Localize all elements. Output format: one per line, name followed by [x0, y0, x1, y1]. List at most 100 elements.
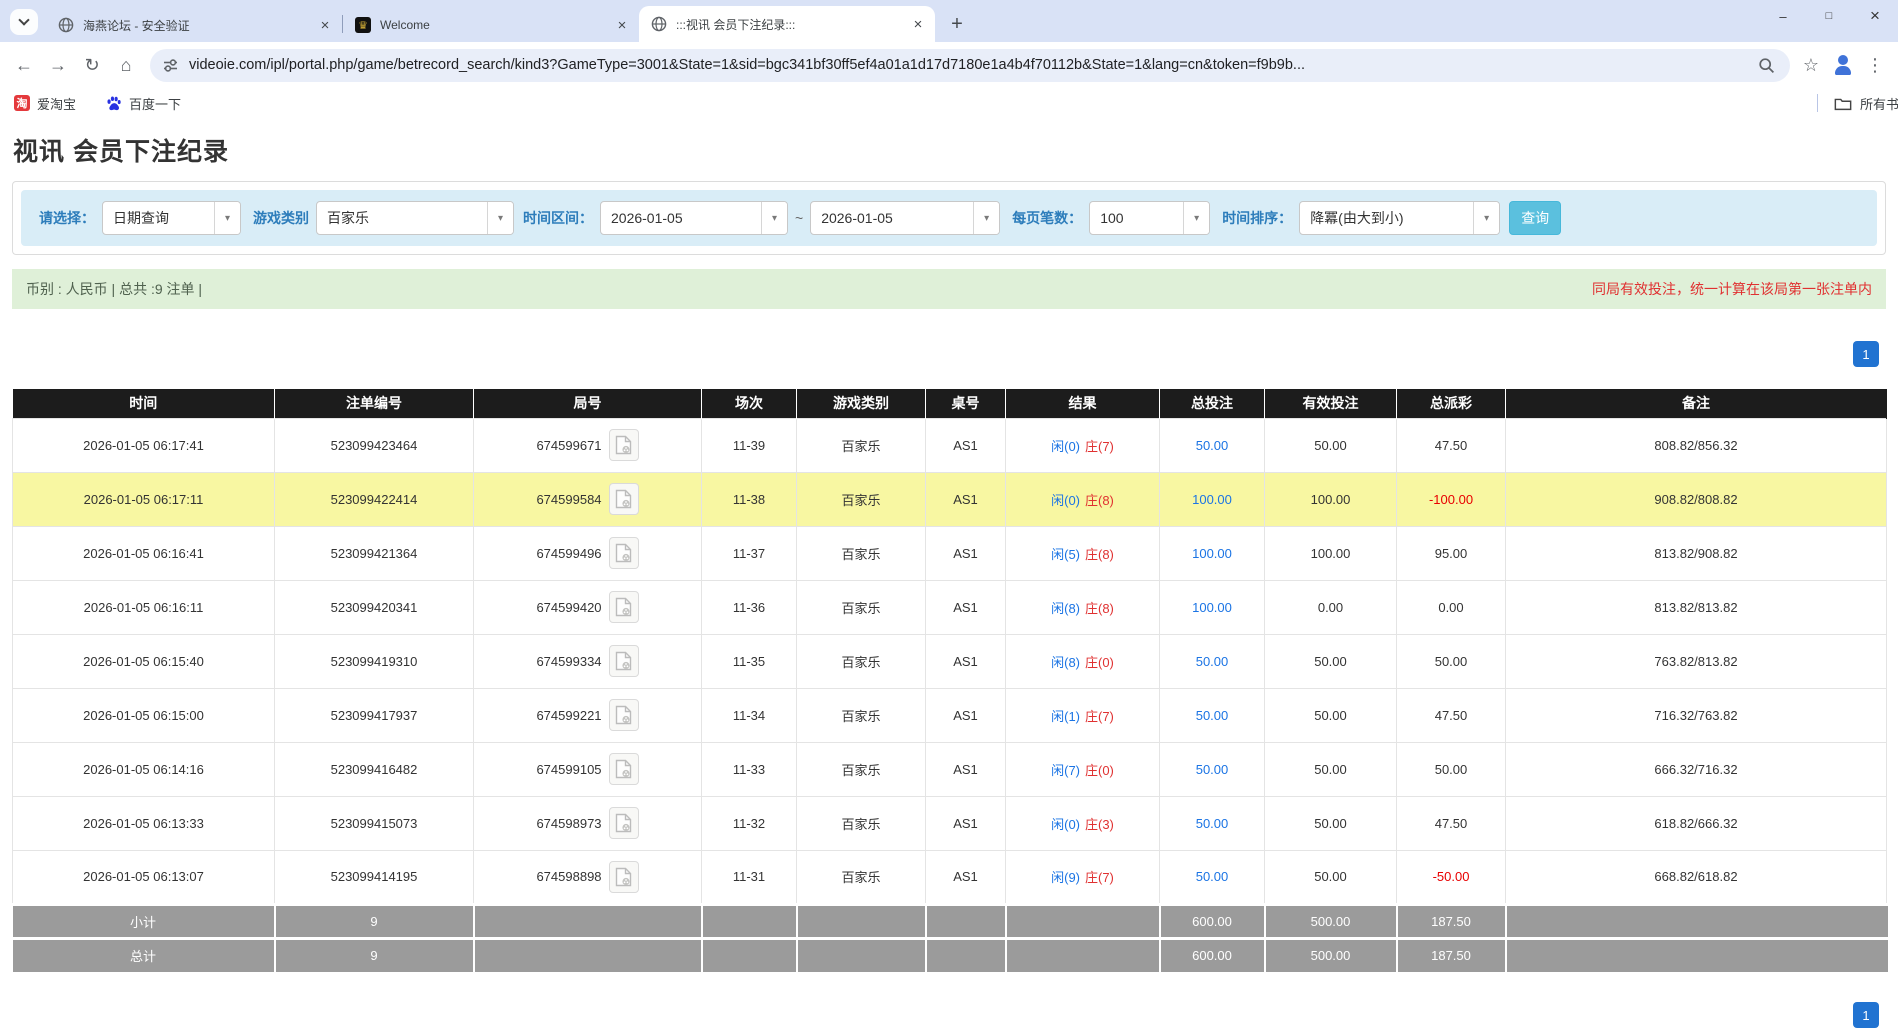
cell-valid-bet: 50.00	[1265, 418, 1397, 472]
window-close-button[interactable]: ×	[1852, 0, 1898, 32]
total-bet-link[interactable]: 100.00	[1192, 492, 1232, 507]
tab-haiyan-forum[interactable]: 海燕论坛 - 安全验证 ×	[46, 8, 342, 42]
cell-total-bet: 50.00	[1160, 796, 1265, 850]
total-bet-link[interactable]: 50.00	[1196, 708, 1229, 723]
footer-valid-bet: 500.00	[1265, 904, 1397, 938]
payout-value: 47.50	[1435, 438, 1468, 453]
date-to-select[interactable]: 2026-01-05 ▾	[810, 201, 1000, 235]
cell-result: 闲(0)庄(7)	[1006, 418, 1160, 472]
video-replay-button[interactable]	[609, 645, 639, 677]
cell-result: 闲(0)庄(3)	[1006, 796, 1160, 850]
sort-order-value: 降冪(由大到小)	[1300, 202, 1473, 234]
bookmarks-divider	[1817, 94, 1818, 112]
footer-payout: 187.50	[1397, 904, 1506, 938]
address-bar[interactable]: videoie.com/ipl/portal.php/game/betrecor…	[150, 49, 1790, 82]
tab-welcome[interactable]: ♛ Welcome ×	[343, 8, 639, 42]
table-header-row: 时间注单编号局号场次游戏类别桌号结果总投注有效投注总派彩备注	[13, 389, 1887, 418]
video-replay-button[interactable]	[609, 483, 639, 515]
page-size-select[interactable]: 100 ▾	[1089, 201, 1210, 235]
home-icon[interactable]: ⌂	[110, 49, 142, 81]
window-maximize-button[interactable]: □	[1806, 0, 1852, 32]
result-player: 闲(0)	[1051, 493, 1080, 508]
round-number: 674598898	[536, 869, 601, 884]
all-bookmarks-label[interactable]: 所有书签	[1860, 94, 1898, 113]
video-replay-button[interactable]	[609, 807, 639, 839]
window-minimize-button[interactable]: –	[1760, 0, 1806, 32]
result-banker: 庄(0)	[1085, 655, 1114, 670]
cell-time: 2026-01-05 06:16:11	[13, 580, 275, 634]
tab-close-icon[interactable]: ×	[613, 16, 631, 34]
cell-remark: 908.82/808.82	[1506, 472, 1887, 526]
footer-empty-cell	[474, 938, 702, 972]
video-replay-button[interactable]	[609, 753, 639, 785]
url-text[interactable]: videoie.com/ipl/portal.php/game/betrecor…	[189, 57, 1749, 73]
chevron-down-icon[interactable]: ▾	[973, 202, 999, 234]
total-bet-link[interactable]: 50.00	[1196, 869, 1229, 884]
total-bet-link[interactable]: 50.00	[1196, 762, 1229, 777]
chevron-down-icon[interactable]: ▾	[1183, 202, 1209, 234]
video-replay-button[interactable]	[609, 699, 639, 731]
bookmark-baidu[interactable]: 百度一下	[106, 94, 181, 113]
video-replay-button[interactable]	[609, 591, 639, 623]
profile-avatar[interactable]	[1832, 54, 1854, 76]
bookmark-star-icon[interactable]: ☆	[1796, 50, 1826, 80]
chevron-down-icon[interactable]: ▾	[214, 202, 240, 234]
query-type-select[interactable]: 日期查询 ▾	[102, 201, 241, 235]
browser-menu-icon[interactable]: ⋮	[1860, 50, 1890, 80]
valid-bet-note: 同局有效投注，统一计算在该局第一张注单内	[1592, 279, 1872, 299]
new-tab-button[interactable]: +	[943, 10, 971, 38]
page-1-button[interactable]: 1	[1853, 341, 1879, 367]
bookmark-taobao[interactable]: 淘 爱淘宝	[14, 94, 76, 113]
footer-total-bet: 600.00	[1160, 938, 1265, 972]
chevron-down-icon[interactable]: ▾	[1473, 202, 1499, 234]
search-button[interactable]: 查询	[1509, 201, 1561, 235]
tab-close-icon[interactable]: ×	[316, 16, 334, 34]
back-icon[interactable]: ←	[8, 49, 40, 81]
page-title: 视讯 会员下注纪录	[13, 132, 1898, 168]
result-banker: 庄(7)	[1085, 709, 1114, 724]
pagination-bottom: 1	[12, 1002, 1879, 1028]
cell-round-number: 674599105	[474, 742, 702, 796]
column-header: 注单编号	[275, 389, 474, 418]
result-player: 闲(5)	[1051, 547, 1080, 562]
cell-remark: 813.82/908.82	[1506, 526, 1887, 580]
chevron-down-icon[interactable]: ▾	[487, 202, 513, 234]
video-replay-button[interactable]	[609, 861, 639, 893]
reload-icon[interactable]: ↻	[76, 49, 108, 81]
forward-icon[interactable]: →	[42, 49, 74, 81]
footer-empty-cell	[702, 938, 797, 972]
currency-total-text: 币别 : 人民币 | 总共 :9 注单 |	[26, 279, 202, 299]
result-player: 闲(0)	[1051, 439, 1080, 454]
total-bet-link[interactable]: 50.00	[1196, 816, 1229, 831]
chevron-down-icon[interactable]: ▾	[761, 202, 787, 234]
bookmark-label: 爱淘宝	[37, 94, 76, 113]
tab-close-icon[interactable]: ×	[909, 15, 927, 33]
table-row: 2026-01-05 06:13:07523099414195674598898…	[13, 850, 1887, 904]
site-settings-icon[interactable]	[162, 57, 179, 74]
footer-label: 小计	[13, 904, 275, 938]
page-1-button[interactable]: 1	[1853, 1002, 1879, 1028]
tab-search-button[interactable]	[10, 9, 38, 35]
video-replay-button[interactable]	[609, 537, 639, 569]
game-type-select[interactable]: 百家乐 ▾	[316, 201, 514, 235]
total-bet-link[interactable]: 50.00	[1196, 654, 1229, 669]
zoom-page-icon[interactable]	[1758, 57, 1775, 74]
sort-order-select[interactable]: 降冪(由大到小) ▾	[1299, 201, 1500, 235]
payout-value: 0.00	[1438, 600, 1463, 615]
video-replay-button[interactable]	[609, 429, 639, 461]
cell-valid-bet: 0.00	[1265, 580, 1397, 634]
total-bet-link[interactable]: 100.00	[1192, 600, 1232, 615]
round-number: 674599334	[536, 654, 601, 669]
cell-total-bet: 50.00	[1160, 742, 1265, 796]
round-number: 674599221	[536, 708, 601, 723]
total-bet-link[interactable]: 50.00	[1196, 438, 1229, 453]
date-from-select[interactable]: 2026-01-05 ▾	[600, 201, 788, 235]
cell-session: 11-38	[702, 472, 797, 526]
table-row: 2026-01-05 06:14:16523099416482674599105…	[13, 742, 1887, 796]
result-player: 闲(8)	[1051, 601, 1080, 616]
total-row: 总计9600.00500.00187.50	[13, 938, 1887, 972]
total-bet-link[interactable]: 100.00	[1192, 546, 1232, 561]
cell-remark: 618.82/666.32	[1506, 796, 1887, 850]
tab-bet-record-active[interactable]: :::视讯 会员下注纪录::: ×	[639, 6, 935, 42]
subtotal-row: 小计9600.00500.00187.50	[13, 904, 1887, 938]
